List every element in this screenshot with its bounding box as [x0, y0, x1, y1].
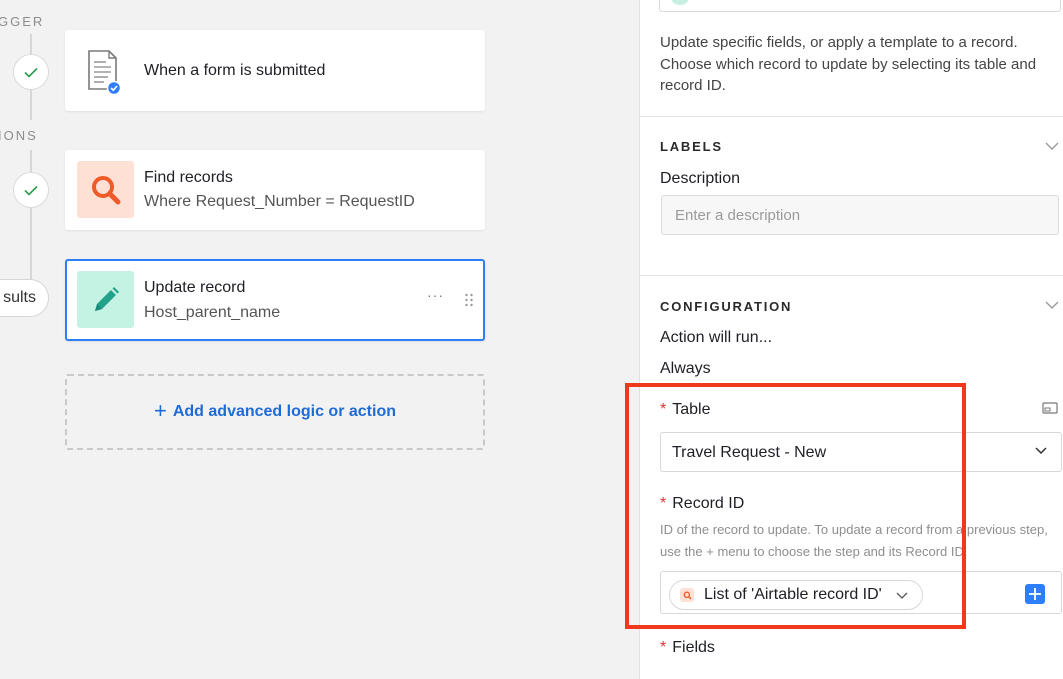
- add-action-button[interactable]: + Add advanced logic or action: [65, 374, 485, 450]
- required-marker: *: [660, 495, 667, 512]
- action-run-value: Always: [660, 360, 711, 377]
- description-input[interactable]: Enter a description: [661, 195, 1059, 235]
- action-type-field[interactable]: [659, 0, 1061, 12]
- find-records-title: Find records: [144, 169, 233, 186]
- action-config-panel: Update specific fields, or apply a templ…: [639, 0, 1063, 679]
- trigger-check-icon: [13, 54, 49, 90]
- automation-canvas: GGER IONS sults When a form is submitted…: [0, 0, 639, 679]
- update-record-subtitle: Host_parent_name: [144, 304, 281, 321]
- required-marker: *: [660, 401, 667, 418]
- layout-icon[interactable]: [1042, 402, 1058, 414]
- chevron-down-icon[interactable]: [1045, 300, 1059, 310]
- action-description: Update specific fields, or apply a templ…: [660, 34, 1037, 94]
- test-results-button[interactable]: sults: [0, 279, 49, 317]
- flow-connector: [30, 34, 32, 54]
- record-id-field[interactable]: List of 'Airtable record ID': [660, 571, 1062, 614]
- table-select-value: Travel Request - New: [672, 444, 827, 461]
- find-records-subtitle: Where Request_Number = RequestID: [144, 193, 415, 210]
- find-records-card[interactable]: Find records Where Request_Number = Requ…: [65, 150, 485, 230]
- record-id-label: * Record ID: [660, 495, 744, 513]
- flow-connector: [30, 90, 32, 120]
- search-icon: [77, 161, 134, 218]
- action-type-icon: [670, 0, 690, 5]
- add-action-label: Add advanced logic or action: [172, 403, 396, 420]
- chevron-down-icon: [896, 592, 908, 599]
- plus-icon: +: [153, 398, 167, 423]
- trigger-card[interactable]: When a form is submitted: [65, 30, 485, 111]
- configuration-section-heading: CONFIGURATION: [660, 299, 793, 314]
- description-label: Description: [660, 170, 741, 187]
- chevron-down-icon: [1035, 447, 1047, 455]
- table-label: * Table: [660, 401, 710, 419]
- fields-label-text: Fields: [672, 639, 715, 656]
- table-select[interactable]: Travel Request - New: [660, 432, 1062, 472]
- more-options-button[interactable]: ···: [427, 287, 444, 303]
- find-check-icon: [13, 172, 49, 208]
- update-record-title: Update record: [144, 279, 246, 296]
- drag-handle-icon[interactable]: [464, 293, 474, 307]
- required-marker: *: [660, 639, 667, 656]
- actions-section-label: IONS: [0, 128, 38, 143]
- record-id-label-text: Record ID: [672, 495, 745, 512]
- divider: [640, 116, 1063, 117]
- flow-connector: [30, 150, 32, 172]
- trigger-title: When a form is submitted: [144, 62, 326, 79]
- update-record-card[interactable]: Update record Host_parent_name ···: [65, 259, 485, 341]
- insert-token-plus-button[interactable]: [1025, 584, 1045, 604]
- divider: [640, 275, 1063, 276]
- fields-label: * Fields: [660, 639, 715, 657]
- record-id-help: ID of the record to update. To update a …: [660, 522, 1048, 559]
- form-document-icon: [83, 46, 123, 96]
- search-icon: [680, 588, 694, 602]
- record-id-token-label: List of 'Airtable record ID': [704, 586, 882, 603]
- trigger-section-label: GGER: [0, 14, 45, 29]
- pencil-icon: [77, 271, 134, 328]
- chevron-down-icon[interactable]: [1045, 141, 1059, 151]
- results-pill-label: sults: [3, 289, 36, 306]
- table-label-text: Table: [672, 401, 711, 418]
- labels-section-heading: LABELS: [660, 139, 723, 154]
- flow-connector: [30, 208, 32, 280]
- action-run-label: Action will run...: [660, 329, 773, 346]
- record-id-token[interactable]: List of 'Airtable record ID': [669, 580, 923, 610]
